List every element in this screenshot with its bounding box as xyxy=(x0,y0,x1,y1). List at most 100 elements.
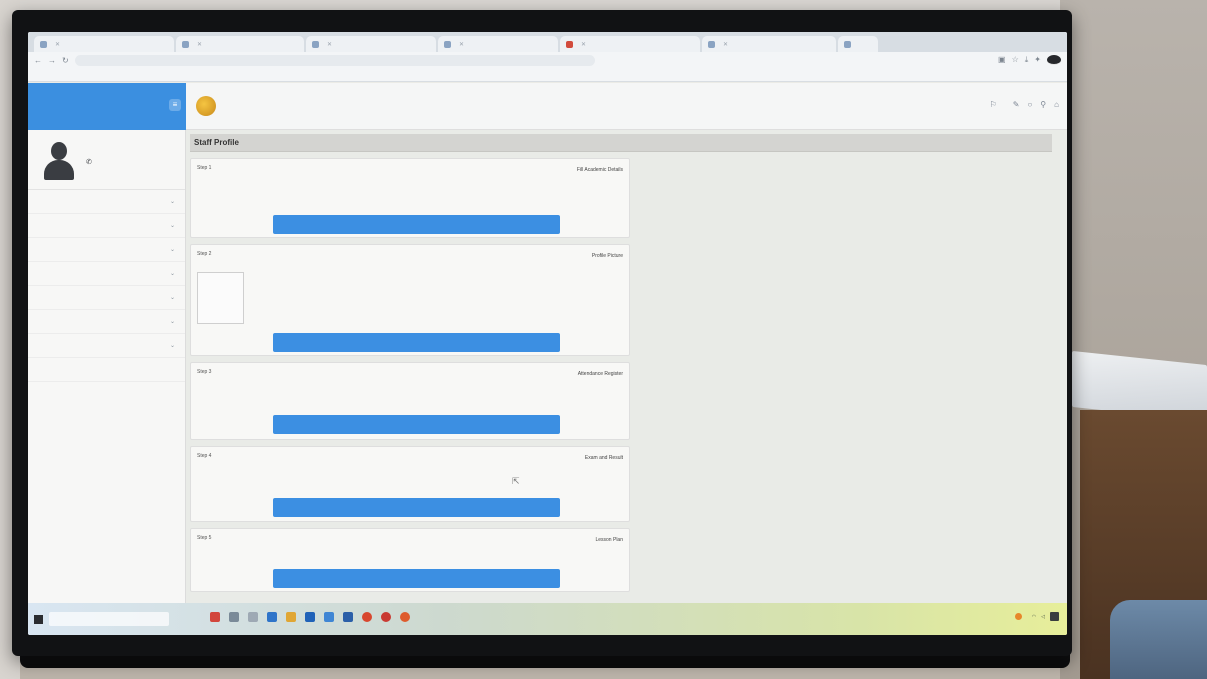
college-logo xyxy=(196,96,216,116)
taskbar-app-icon[interactable] xyxy=(267,612,277,622)
taskbar-app-icon[interactable] xyxy=(248,612,258,622)
fill-academic-details-button[interactable] xyxy=(273,215,560,234)
browser-tab[interactable]: ✕ xyxy=(176,36,304,52)
menu-toggle-icon[interactable]: ≡ xyxy=(169,99,181,111)
info-icon[interactable]: ○ xyxy=(1027,100,1032,109)
step-title: Lesson Plan xyxy=(595,537,623,543)
step-label: Step 2 xyxy=(197,251,212,257)
tab-favicon-icon xyxy=(444,40,451,48)
profile-avatar-icon[interactable] xyxy=(1047,55,1061,65)
windows-start-icon[interactable] xyxy=(34,614,43,624)
download-icon[interactable]: ⤓ xyxy=(1025,55,1029,65)
extensions-area: ▣ ☆ ⤓ ✦ xyxy=(998,55,1061,65)
chevron-down-icon: ⌄ xyxy=(169,247,175,253)
sidebar-item[interactable]: ⌄ xyxy=(28,310,185,334)
weather-icon[interactable] xyxy=(1014,613,1022,620)
browser-toolbar: ← → ↻ ▣ ☆ ⤓ ✦ xyxy=(28,52,1067,68)
step-label: Step 3 xyxy=(197,369,212,375)
notification-icon[interactable] xyxy=(1050,612,1059,621)
browser-tab[interactable]: ✕ xyxy=(34,36,174,52)
avatar-body xyxy=(44,159,74,180)
step-card: Step 4 Exam and Result xyxy=(190,446,630,522)
step-title: Profile Picture xyxy=(591,253,623,259)
step-label: Step 5 xyxy=(197,535,212,541)
wifi-icon[interactable]: ◠ xyxy=(1032,614,1036,620)
sidebar-item[interactable]: ⌄ xyxy=(28,262,185,286)
bell-icon[interactable]: ⚐ xyxy=(990,100,997,109)
avatar xyxy=(42,140,76,180)
taskbar-search-input[interactable] xyxy=(49,612,169,626)
monitor: ✕ ✕ ✕ ✕ ✕ ✕ ← → ↻ ▣ ☆ ⤓ ✦ ≡ ⚐ ✎ ○ ⚲ ⌂ ✆ … xyxy=(12,10,1072,656)
close-icon[interactable]: ✕ xyxy=(327,41,332,48)
search-icon[interactable]: ⚲ xyxy=(1040,100,1046,109)
extension-icon[interactable]: ▣ xyxy=(998,55,1006,65)
taskbar-app-icon[interactable] xyxy=(305,612,315,622)
taskbar-app-icon[interactable] xyxy=(210,612,220,622)
taskbar-app-icon[interactable] xyxy=(362,612,372,622)
step-card: Step 2 Profile Picture xyxy=(190,244,630,356)
sidebar-item[interactable]: ⌄ xyxy=(28,334,185,358)
user-profile: ✆ xyxy=(28,130,185,190)
step-card: Step 1 Fill Academic Details xyxy=(190,158,630,238)
chevron-down-icon: ⌄ xyxy=(169,199,175,205)
close-icon[interactable]: ✕ xyxy=(459,41,464,48)
profile-photo-placeholder xyxy=(197,272,244,324)
profile-info: ✆ xyxy=(86,154,95,166)
back-icon[interactable]: ← xyxy=(34,56,42,65)
browser-tab-bar: ✕ ✕ ✕ ✕ ✕ ✕ xyxy=(28,32,1067,52)
browser-tab[interactable]: ✕ xyxy=(702,36,836,52)
header-actions: ⚐ ✎ ○ ⚲ ⌂ xyxy=(990,100,1059,109)
close-icon[interactable]: ✕ xyxy=(197,41,202,48)
address-bar[interactable] xyxy=(74,54,595,66)
tab-favicon-icon xyxy=(312,40,319,48)
taskbar-app-icon[interactable] xyxy=(381,612,391,622)
step-title: Fill Academic Details xyxy=(576,167,623,173)
lesson-plan-button[interactable] xyxy=(273,569,560,588)
update-profile-picture-button[interactable] xyxy=(273,333,560,352)
mouse-cursor-icon: ⇱ xyxy=(512,476,520,486)
view-attendance-register-button[interactable] xyxy=(273,415,560,434)
sidebar-item[interactable]: ⌄ xyxy=(28,238,185,262)
sidebar-item[interactable]: ⌄ xyxy=(28,358,185,382)
taskbar-app-icon[interactable] xyxy=(324,612,334,622)
tab-favicon-icon xyxy=(566,40,573,48)
sidebar-item[interactable]: ⌄ xyxy=(28,190,185,214)
reload-icon[interactable]: ↻ xyxy=(62,56,69,65)
taskbar-apps xyxy=(210,612,410,622)
step-title: Exam and Result xyxy=(584,455,623,461)
tab-favicon-icon xyxy=(182,40,189,48)
browser-tab[interactable]: ✕ xyxy=(560,36,700,52)
taskbar-app-icon[interactable] xyxy=(229,612,239,622)
step-label: Step 4 xyxy=(197,453,212,459)
browser-tab[interactable] xyxy=(838,36,878,52)
tab-favicon-icon xyxy=(40,40,47,48)
system-tray: ◠ ◁ xyxy=(1014,612,1059,621)
file-explorer-icon[interactable] xyxy=(286,612,296,622)
app-header: ⚐ ✎ ○ ⚲ ⌂ xyxy=(186,83,1067,130)
browser-tab[interactable]: ✕ xyxy=(306,36,436,52)
chevron-down-icon: ⌄ xyxy=(169,343,175,349)
sidebar-header: ≡ xyxy=(28,83,186,130)
bookmarks-bar xyxy=(28,68,1067,82)
tab-favicon-icon xyxy=(844,40,851,48)
sidebar-item[interactable]: ⌄ xyxy=(28,286,185,310)
home-icon[interactable]: ⌂ xyxy=(1054,100,1059,109)
enter-marks-button[interactable] xyxy=(273,498,560,517)
close-icon[interactable]: ✕ xyxy=(581,41,586,48)
chevron-down-icon: ⌄ xyxy=(169,271,175,277)
sidebar-item[interactable]: ⌄ xyxy=(28,214,185,238)
forward-icon[interactable]: → xyxy=(48,56,56,65)
chrome-icon[interactable] xyxy=(400,612,410,622)
browser-tab[interactable]: ✕ xyxy=(438,36,558,52)
taskbar-app-icon[interactable] xyxy=(343,612,353,622)
close-icon[interactable]: ✕ xyxy=(723,41,728,48)
star-icon[interactable]: ☆ xyxy=(1012,55,1019,65)
close-icon[interactable]: ✕ xyxy=(55,41,60,48)
photo-scene: ✕ ✕ ✕ ✕ ✕ ✕ ← → ↻ ▣ ☆ ⤓ ✦ ≡ ⚐ ✎ ○ ⚲ ⌂ ✆ … xyxy=(0,0,1207,679)
step-card: Step 5 Lesson Plan xyxy=(190,528,630,592)
volume-icon[interactable]: ◁ xyxy=(1041,614,1045,620)
chevron-down-icon: ⌄ xyxy=(169,319,175,325)
screen: ✕ ✕ ✕ ✕ ✕ ✕ ← → ↻ ▣ ☆ ⤓ ✦ ≡ ⚐ ✎ ○ ⚲ ⌂ ✆ … xyxy=(28,32,1067,635)
edit-icon[interactable]: ✎ xyxy=(1013,100,1020,109)
puzzle-icon[interactable]: ✦ xyxy=(1034,55,1041,65)
